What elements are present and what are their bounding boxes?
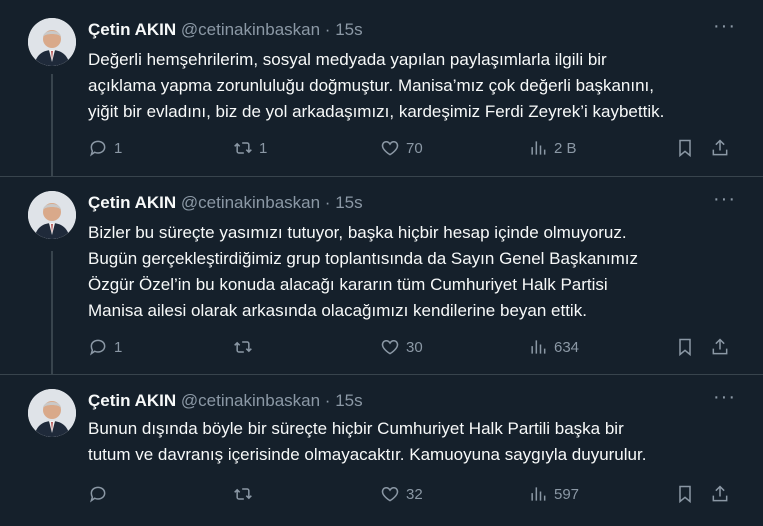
tweet-header: Çetin AKIN @cetinakinbaskan · 15s: [88, 390, 743, 412]
heart-icon: [381, 486, 399, 502]
avatar[interactable]: [28, 191, 76, 239]
retweet-icon: [234, 341, 252, 353]
reply-button[interactable]: 1: [88, 335, 122, 359]
like-button[interactable]: 32: [380, 482, 423, 506]
author-handle[interactable]: @cetinakinbaskan: [181, 391, 320, 410]
tweet[interactable]: Çetin AKIN @cetinakinbaskan · 15s ··· De…: [0, 0, 763, 177]
retweet-icon: [234, 142, 252, 154]
tweet-header: Çetin AKIN @cetinakinbaskan · 15s: [88, 192, 743, 214]
more-options-icon[interactable]: ···: [713, 16, 736, 36]
reply-count: 1: [114, 338, 123, 356]
tweet-header: Çetin AKIN @cetinakinbaskan · 15s: [88, 19, 743, 41]
tweet-text-line: Değerli hemşehrilerim, sosyal medyada ya…: [88, 50, 607, 69]
author-handle[interactable]: @cetinakinbaskan: [181, 193, 320, 212]
tweet-text-line: tutum ve davranış içerisinde olmayacaktı…: [88, 445, 647, 464]
view-count: 597: [554, 485, 580, 503]
views-icon: [531, 141, 546, 155]
tweet[interactable]: Çetin AKIN @cetinakinbaskan · 15s ··· Bi…: [0, 177, 763, 375]
tweet-text: Değerli hemşehrilerim, sosyal medyada ya…: [88, 47, 745, 125]
thread-connector-line: [51, 251, 53, 374]
bookmark-button[interactable]: [675, 335, 695, 359]
retweet-button[interactable]: 1: [233, 136, 267, 160]
views-icon: [531, 487, 546, 501]
views-icon: [531, 340, 546, 354]
tweet-text-line: Manisa ailesi olarak arkasında olacağımı…: [88, 301, 587, 320]
views-button[interactable]: 597: [528, 482, 579, 506]
share-button[interactable]: [710, 482, 730, 506]
heart-icon: [381, 339, 399, 355]
share-icon: [712, 338, 728, 355]
more-options-icon[interactable]: ···: [713, 189, 736, 209]
tweet[interactable]: Çetin AKIN @cetinakinbaskan · 15s ··· Bu…: [0, 375, 763, 526]
reply-icon: [90, 486, 106, 503]
retweet-button[interactable]: [233, 482, 259, 506]
thread-connector-line: [51, 74, 53, 176]
views-button[interactable]: 634: [528, 335, 579, 359]
like-button[interactable]: 30: [380, 335, 423, 359]
reply-icon: [90, 140, 106, 157]
tweet-timestamp[interactable]: 15s: [335, 20, 362, 39]
tweet-text-line: açıklama yapma zorunluluğu doğmuştur. Ma…: [88, 76, 655, 95]
view-count: 2 B: [554, 139, 577, 157]
like-count: 70: [406, 139, 423, 157]
tweet-text-line: Bunun dışında böyle bir süreçte hiçbir C…: [88, 419, 624, 438]
like-count: 30: [406, 338, 423, 356]
heart-icon: [381, 140, 399, 156]
separator-dot: ·: [324, 391, 331, 410]
avatar[interactable]: [28, 389, 76, 437]
author-name[interactable]: Çetin AKIN: [88, 391, 176, 410]
bookmark-icon: [679, 485, 691, 504]
tweet-text-line: yiğit bir evladını, biz de yol arkadaşım…: [88, 102, 665, 121]
separator-dot: ·: [324, 20, 331, 39]
reply-icon: [90, 339, 106, 356]
view-count: 634: [554, 338, 580, 356]
author-name[interactable]: Çetin AKIN: [88, 20, 176, 39]
like-count: 32: [406, 485, 423, 503]
tweet-actions: 1 30 634: [88, 335, 743, 359]
tweet-text-line: Bugün gerçekleştirdiğimiz grup toplantıs…: [88, 249, 638, 268]
share-button[interactable]: [710, 335, 730, 359]
tweet-actions: 32 597: [88, 482, 743, 506]
tweet-text-line: Özgür Özel’in bu konuda alacağı kararın …: [88, 275, 608, 294]
retweet-icon: [234, 488, 252, 500]
reply-button[interactable]: 1: [88, 136, 122, 160]
more-options-icon[interactable]: ···: [713, 387, 736, 407]
tweet-text: Bunun dışında böyle bir süreçte hiçbir C…: [88, 416, 745, 468]
like-button[interactable]: 70: [380, 136, 423, 160]
bookmark-button[interactable]: [675, 136, 695, 160]
tweet-text-line: Bizler bu süreçte yasımızı tutuyor, başk…: [88, 223, 627, 242]
reply-count: 1: [114, 139, 123, 157]
retweet-count: 1: [259, 139, 268, 157]
bookmark-icon: [679, 139, 691, 158]
separator-dot: ·: [324, 193, 331, 212]
tweet-actions: 1 1 70 2 B: [88, 136, 743, 160]
tweet-timestamp[interactable]: 15s: [335, 391, 362, 410]
tweet-text: Bizler bu süreçte yasımızı tutuyor, başk…: [88, 220, 745, 324]
views-button[interactable]: 2 B: [528, 136, 577, 160]
author-name[interactable]: Çetin AKIN: [88, 193, 176, 212]
reply-button[interactable]: [88, 482, 114, 506]
bookmark-button[interactable]: [675, 482, 695, 506]
tweet-timestamp[interactable]: 15s: [335, 193, 362, 212]
bookmark-icon: [679, 338, 691, 357]
share-icon: [712, 485, 728, 502]
share-icon: [712, 139, 728, 156]
retweet-button[interactable]: [233, 335, 259, 359]
author-handle[interactable]: @cetinakinbaskan: [181, 20, 320, 39]
share-button[interactable]: [710, 136, 730, 160]
avatar[interactable]: [28, 18, 76, 66]
